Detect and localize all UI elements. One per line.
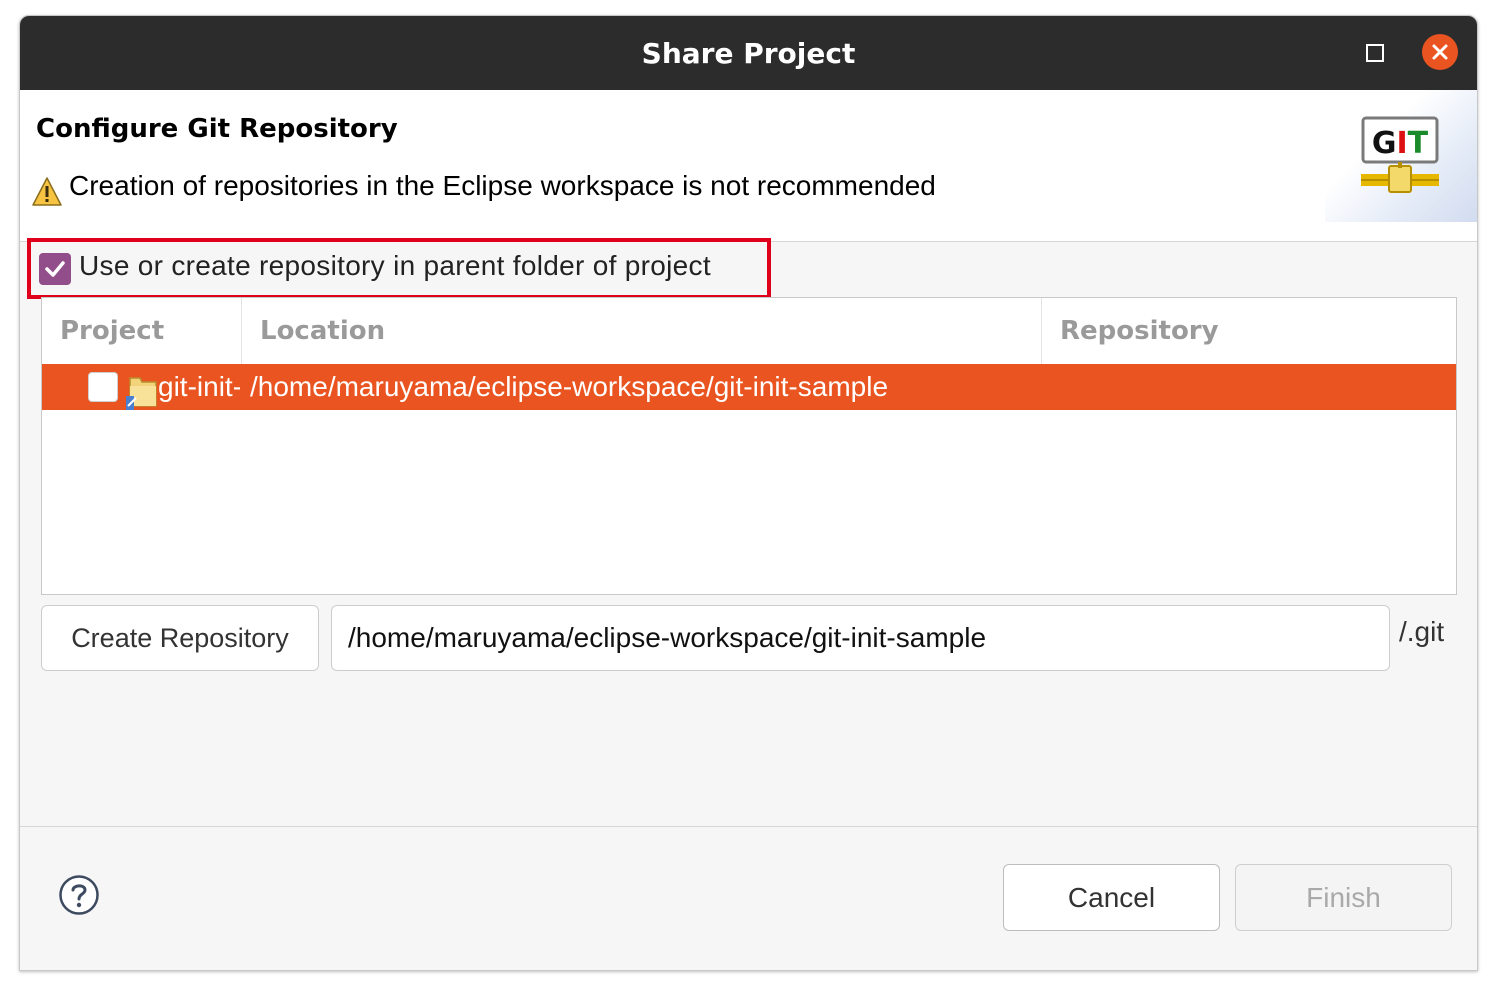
maximize-button[interactable] xyxy=(1364,42,1386,64)
checkmark-icon xyxy=(45,261,65,277)
column-header-location[interactable]: Location xyxy=(242,298,1042,364)
warning-icon xyxy=(32,177,62,206)
close-icon xyxy=(1432,44,1448,60)
wizard-header: Configure Git Repository Creation of rep… xyxy=(20,90,1477,242)
git-suffix-label: /.git xyxy=(1399,616,1445,647)
close-button[interactable] xyxy=(1422,34,1458,70)
column-header-repository[interactable]: Repository xyxy=(1042,298,1456,364)
page-title: Configure Git Repository xyxy=(36,114,398,144)
window-title: Share Project xyxy=(641,37,856,70)
row-checkbox[interactable] xyxy=(88,372,118,402)
project-folder-icon xyxy=(126,377,157,410)
repository-path-input[interactable]: /home/maruyama/eclipse-workspace/git-ini… xyxy=(331,605,1390,671)
projects-table: Project Location Repository git-init-sam… xyxy=(41,297,1457,595)
footer-divider xyxy=(20,826,1477,827)
cancel-button[interactable]: Cancel xyxy=(1003,864,1220,931)
location-cell: /home/maruyama/eclipse-workspace/git-ini… xyxy=(250,371,889,402)
help-icon[interactable] xyxy=(58,874,100,916)
table-row[interactable]: git-init-sample /home/maruyama/eclipse-w… xyxy=(42,364,1456,410)
create-repository-button[interactable]: Create Repository xyxy=(41,605,319,671)
finish-button: Finish xyxy=(1235,864,1452,931)
title-bar: Share Project xyxy=(20,16,1477,90)
use-parent-folder-checkbox[interactable] xyxy=(39,253,71,285)
git-logo: GIT xyxy=(1361,116,1439,193)
use-parent-folder-label[interactable]: Use or create repository in parent folde… xyxy=(79,250,711,282)
svg-text:GIT: GIT xyxy=(1372,126,1429,161)
share-project-dialog: Share Project Configure Git Repository C… xyxy=(19,15,1478,971)
maximize-icon xyxy=(1366,44,1384,62)
column-header-project[interactable]: Project xyxy=(42,298,242,364)
project-name-cell: git-init-sample xyxy=(158,371,240,402)
warning-message: Creation of repositories in the Eclipse … xyxy=(69,170,936,201)
